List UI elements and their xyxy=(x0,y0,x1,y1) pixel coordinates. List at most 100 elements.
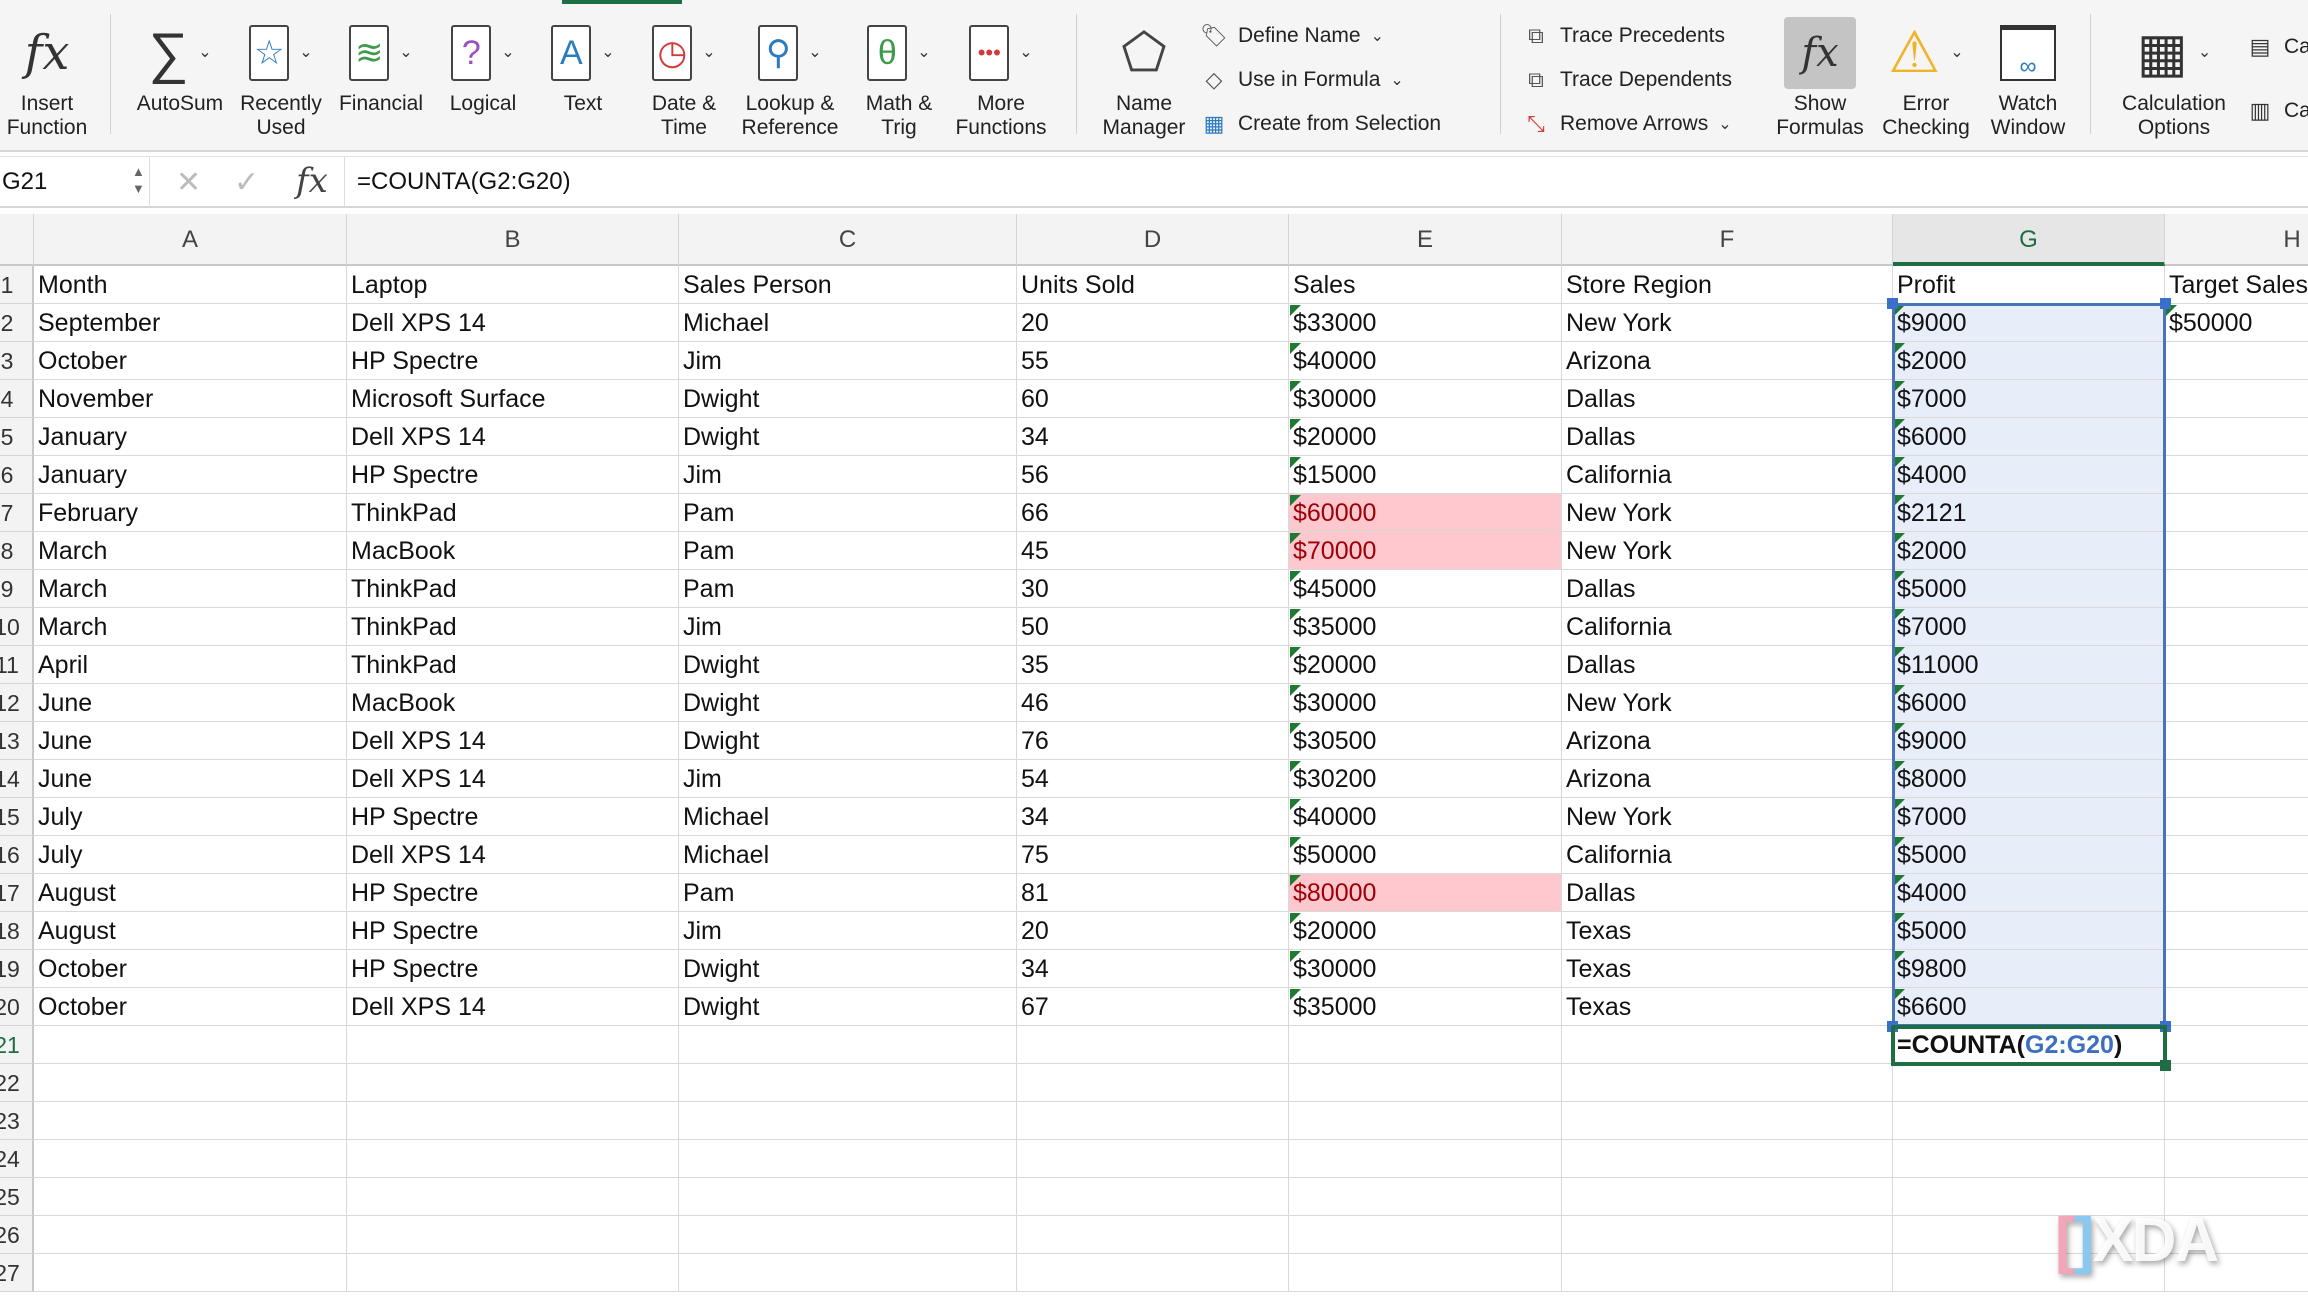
cell-g2[interactable]: $9000 xyxy=(1893,304,2165,342)
cell-f19[interactable]: Texas xyxy=(1562,950,1893,988)
row-header-17[interactable]: 17 xyxy=(0,874,34,912)
cell-e17[interactable]: $80000 xyxy=(1289,874,1562,912)
cell-g22[interactable] xyxy=(1893,1064,2165,1102)
cell-g13[interactable]: $9000 xyxy=(1893,722,2165,760)
cell-f18[interactable]: Texas xyxy=(1562,912,1893,950)
cell-f26[interactable] xyxy=(1562,1216,1893,1254)
cell-e26[interactable] xyxy=(1289,1216,1562,1254)
cell-b1[interactable]: Laptop xyxy=(347,266,679,304)
cell-f20[interactable]: Texas xyxy=(1562,988,1893,1026)
cell-c7[interactable]: Pam xyxy=(679,494,1017,532)
cell-f9[interactable]: Dallas xyxy=(1562,570,1893,608)
cell-h22[interactable] xyxy=(2165,1064,2308,1102)
insert-function-button[interactable]: fx Insert Function xyxy=(0,14,94,144)
row-header-7[interactable]: 7 xyxy=(0,494,34,532)
cell-g10[interactable]: $7000 xyxy=(1893,608,2165,646)
cell-g3[interactable]: $2000 xyxy=(1893,342,2165,380)
cell-c19[interactable]: Dwight xyxy=(679,950,1017,988)
cell-b14[interactable]: Dell XPS 14 xyxy=(347,760,679,798)
cell-b6[interactable]: HP Spectre xyxy=(347,456,679,494)
cell-a9[interactable]: March xyxy=(34,570,347,608)
cell-e7[interactable]: $60000 xyxy=(1289,494,1562,532)
cell-c20[interactable]: Dwight xyxy=(679,988,1017,1026)
cell-b9[interactable]: ThinkPad xyxy=(347,570,679,608)
lookup-reference-button[interactable]: ⚲⌄ Lookup & Reference xyxy=(734,14,846,144)
cell-d23[interactable] xyxy=(1017,1102,1289,1140)
chevron-down-icon[interactable]: ⌄ xyxy=(198,41,211,65)
cell-h7[interactable] xyxy=(2165,494,2308,532)
cell-a11[interactable]: April xyxy=(34,646,347,684)
trace-dependents-button[interactable]: ⧉Trace Dependents xyxy=(1522,65,1732,95)
cell-d18[interactable]: 20 xyxy=(1017,912,1289,950)
row-header-2[interactable]: 2 xyxy=(0,304,34,342)
cell-g8[interactable]: $2000 xyxy=(1893,532,2165,570)
cell-h3[interactable] xyxy=(2165,342,2308,380)
cell-b27[interactable] xyxy=(347,1254,679,1292)
cell-e10[interactable]: $35000 xyxy=(1289,608,1562,646)
cell-g23[interactable] xyxy=(1893,1102,2165,1140)
cell-g24[interactable] xyxy=(1893,1140,2165,1178)
cell-a4[interactable]: November xyxy=(34,380,347,418)
cell-h14[interactable] xyxy=(2165,760,2308,798)
cell-b24[interactable] xyxy=(347,1140,679,1178)
cell-c27[interactable] xyxy=(679,1254,1017,1292)
show-formulas-button[interactable]: fx Show Formulas xyxy=(1772,14,1868,144)
cell-h5[interactable] xyxy=(2165,418,2308,456)
cell-e18[interactable]: $20000 xyxy=(1289,912,1562,950)
logical-button[interactable]: ?⌄ Logical xyxy=(436,14,530,144)
cell-f3[interactable]: Arizona xyxy=(1562,342,1893,380)
cell-g4[interactable]: $7000 xyxy=(1893,380,2165,418)
autosum-button[interactable]: ∑⌄ AutoSum xyxy=(128,14,232,144)
cell-h19[interactable] xyxy=(2165,950,2308,988)
cell-c21[interactable] xyxy=(679,1026,1017,1064)
cell-d24[interactable] xyxy=(1017,1140,1289,1178)
cell-a6[interactable]: January xyxy=(34,456,347,494)
cell-h6[interactable] xyxy=(2165,456,2308,494)
cell-h2[interactable]: $50000 xyxy=(2165,304,2308,342)
cell-b7[interactable]: ThinkPad xyxy=(347,494,679,532)
cell-f27[interactable] xyxy=(1562,1254,1893,1292)
cell-a5[interactable]: January xyxy=(34,418,347,456)
cell-b11[interactable]: ThinkPad xyxy=(347,646,679,684)
watch-window-button[interactable]: ∞ Watch Window xyxy=(1980,14,2076,144)
cell-f16[interactable]: California xyxy=(1562,836,1893,874)
cell-b19[interactable]: HP Spectre xyxy=(347,950,679,988)
cell-d21[interactable] xyxy=(1017,1026,1289,1064)
cell-e6[interactable]: $15000 xyxy=(1289,456,1562,494)
row-header-23[interactable]: 23 xyxy=(0,1102,34,1140)
cell-c11[interactable]: Dwight xyxy=(679,646,1017,684)
chevron-down-icon[interactable]: ⌄ xyxy=(601,41,614,65)
select-all-corner[interactable] xyxy=(0,214,34,266)
cell-e13[interactable]: $30500 xyxy=(1289,722,1562,760)
cell-e21[interactable] xyxy=(1289,1026,1562,1064)
cell-h13[interactable] xyxy=(2165,722,2308,760)
cell-a3[interactable]: October xyxy=(34,342,347,380)
cell-d10[interactable]: 50 xyxy=(1017,608,1289,646)
row-header-11[interactable]: 11 xyxy=(0,646,34,684)
cell-a10[interactable]: March xyxy=(34,608,347,646)
row-header-21[interactable]: 21 xyxy=(0,1026,34,1064)
cell-g19[interactable]: $9800 xyxy=(1893,950,2165,988)
recently-used-button[interactable]: ☆⌄ Recently Used xyxy=(234,14,328,144)
row-header-12[interactable]: 12 xyxy=(0,684,34,722)
cell-a16[interactable]: July xyxy=(34,836,347,874)
cell-f15[interactable]: New York xyxy=(1562,798,1893,836)
cell-c14[interactable]: Jim xyxy=(679,760,1017,798)
fill-handle[interactable] xyxy=(2160,1060,2171,1071)
cell-b16[interactable]: Dell XPS 14 xyxy=(347,836,679,874)
cell-d13[interactable]: 76 xyxy=(1017,722,1289,760)
row-header-25[interactable]: 25 xyxy=(0,1178,34,1216)
cell-b23[interactable] xyxy=(347,1102,679,1140)
cell-b22[interactable] xyxy=(347,1064,679,1102)
row-header-8[interactable]: 8 xyxy=(0,532,34,570)
row-header-6[interactable]: 6 xyxy=(0,456,34,494)
cell-g20[interactable]: $6600 xyxy=(1893,988,2165,1026)
remove-arrows-button[interactable]: ⤡Remove Arrows⌄ xyxy=(1522,109,1732,139)
column-header-g[interactable]: G xyxy=(1893,214,2165,266)
row-header-1[interactable]: 1 xyxy=(0,266,34,304)
calculate-now-button[interactable]: ▤Ca xyxy=(2246,32,2308,62)
trace-precedents-button[interactable]: ⧉Trace Precedents xyxy=(1522,21,1725,51)
cell-d3[interactable]: 55 xyxy=(1017,342,1289,380)
cell-c24[interactable] xyxy=(679,1140,1017,1178)
cell-f8[interactable]: New York xyxy=(1562,532,1893,570)
